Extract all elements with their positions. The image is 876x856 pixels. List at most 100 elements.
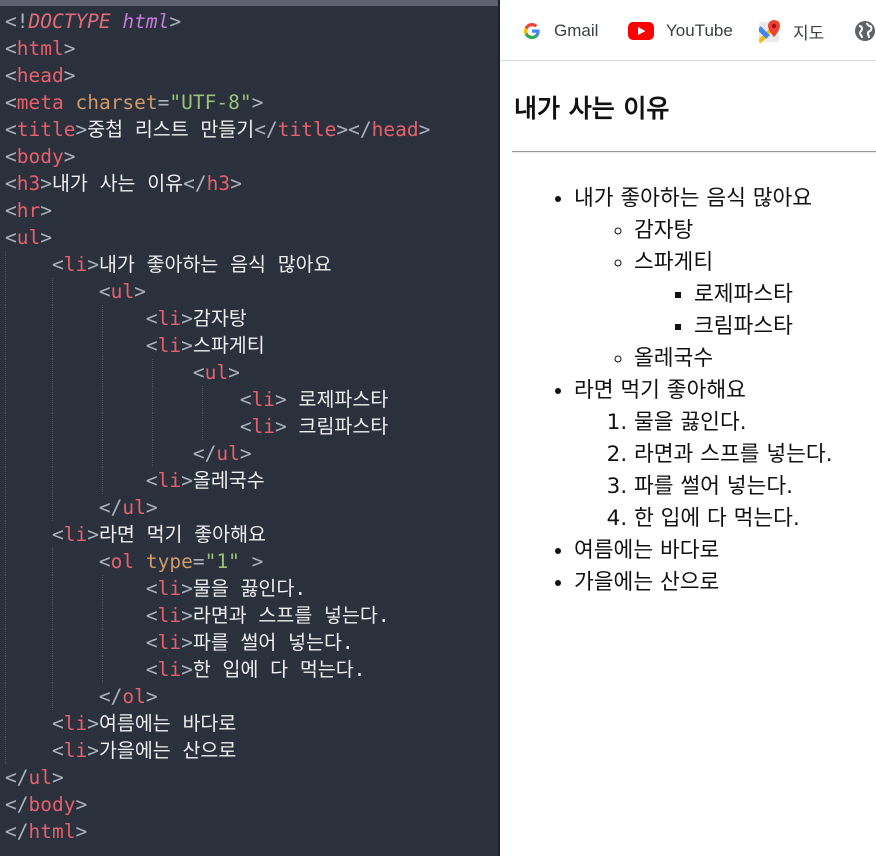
list-item: 크림파스타	[694, 311, 833, 343]
code-line: <hr>	[5, 199, 52, 222]
indent-guide	[102, 602, 103, 629]
editor-top-strip	[0, 0, 500, 6]
indent-guide	[102, 575, 103, 602]
globe-icon	[854, 20, 876, 42]
code-line: <li>감자탕	[5, 305, 430, 332]
indent-guide	[5, 332, 6, 359]
indent-guide	[52, 683, 53, 710]
list-item: 올레국수	[634, 343, 833, 375]
code-line: <title>중첩 리스트 만들기</title></head>	[5, 118, 431, 141]
pasta-list: 로제파스타 크림파스타	[634, 279, 833, 343]
code-line: <head>	[5, 64, 76, 87]
code-line: <h3>내가 사는 이유</h3>	[5, 172, 242, 195]
bookmark-globe[interactable]	[854, 17, 876, 45]
code-line: <li>올레국수	[5, 467, 430, 494]
code-line: <meta charset="UTF-8">	[5, 91, 264, 114]
indent-guide	[5, 521, 6, 548]
list-item: 라면과 스프를 넣는다.	[634, 439, 833, 471]
indent-guide	[52, 602, 53, 629]
list-item-text: 내가 좋아하는 음식 많아요	[574, 186, 813, 211]
maps-icon	[759, 19, 781, 43]
indent-guide	[52, 629, 53, 656]
code-line: <li>파를 썰어 넣는다.	[5, 629, 430, 656]
indent-guide	[5, 359, 6, 386]
indent-guide	[5, 440, 6, 467]
code-editor-pane[interactable]: <!DOCTYPE html> <html> <head> <meta char…	[0, 0, 500, 856]
code-line: <li> 로제파스타	[5, 386, 430, 413]
list-item: 물을 끓인다.	[634, 407, 833, 439]
indent-guide	[52, 440, 53, 467]
indent-guide	[5, 494, 6, 521]
list-item: 내가 좋아하는 음식 많아요 감자탕 스파게티 로제파스타 크림파스타 올레국수	[574, 183, 833, 375]
indent-guide	[102, 467, 103, 494]
indent-guide	[5, 386, 6, 413]
code-line: <ul>	[5, 278, 430, 305]
indent-guide	[52, 494, 53, 521]
indent-guide	[102, 413, 103, 440]
indent-guide	[5, 467, 6, 494]
indent-guide	[102, 656, 103, 683]
list-item: 한 입에 다 먹는다.	[634, 503, 833, 535]
list-item: 감자탕	[634, 215, 833, 247]
indent-guide	[152, 413, 153, 440]
code-line: </body>	[5, 793, 88, 816]
indent-guide	[102, 386, 103, 413]
indent-guide	[5, 251, 6, 278]
indent-guide	[5, 602, 6, 629]
google-icon	[522, 21, 542, 41]
bookmark-youtube[interactable]: YouTube	[628, 17, 733, 45]
indent-guide	[202, 413, 203, 440]
indent-guide	[5, 656, 6, 683]
indent-guide	[52, 305, 53, 332]
bookmark-youtube-label: YouTube	[666, 21, 733, 40]
bookmarks-bar: Gmail YouTube 지도	[500, 0, 876, 61]
indent-guide	[52, 386, 53, 413]
bookmark-gmail[interactable]: Gmail	[522, 17, 598, 45]
indent-guide	[52, 467, 53, 494]
list-item-text: 라면 먹기 좋아해요	[574, 378, 746, 403]
indent-guide	[5, 413, 6, 440]
ramen-steps-list: 물을 끓인다. 라면과 스프를 넣는다. 파를 썰어 넣는다. 한 입에 다 먹…	[574, 407, 833, 535]
food-list: 감자탕 스파게티 로제파스타 크림파스타 올레국수	[574, 215, 833, 375]
code-line: </ul>	[5, 440, 430, 467]
list-item: 로제파스타	[694, 279, 833, 311]
bookmark-maps[interactable]: 지도	[759, 17, 824, 45]
list-item-text: 스파게티	[634, 250, 714, 275]
youtube-icon	[628, 21, 654, 41]
indent-guide	[102, 305, 103, 332]
outer-list: 내가 좋아하는 음식 많아요 감자탕 스파게티 로제파스타 크림파스타 올레국수…	[500, 183, 833, 599]
list-item: 스파게티 로제파스타 크림파스타	[634, 247, 833, 343]
code-line: <html>	[5, 37, 76, 60]
code-line: <li>가을에는 산으로	[5, 737, 430, 764]
code-line: <li>스파게티	[5, 332, 430, 359]
code-line: </html>	[5, 820, 88, 843]
page-heading: 내가 사는 이유	[514, 94, 670, 123]
indent-guide	[52, 575, 53, 602]
code-line: <ul>	[5, 359, 430, 386]
indent-guide	[202, 386, 203, 413]
indent-guide	[152, 359, 153, 386]
code-line: </ul>	[5, 766, 64, 789]
code-line: <li>라면 먹기 좋아해요	[5, 521, 430, 548]
list-item: 가을에는 산으로	[574, 567, 833, 599]
indent-guide	[5, 629, 6, 656]
indent-guide	[5, 305, 6, 332]
indent-guide	[5, 575, 6, 602]
rendered-page: 내가 사는 이유 내가 좋아하는 음식 많아요 감자탕 스파게티 로제파스타 크…	[500, 61, 876, 856]
indent-guide	[52, 359, 53, 386]
indent-guide	[52, 332, 53, 359]
list-item: 파를 썰어 넣는다.	[634, 471, 833, 503]
indent-guide	[52, 548, 53, 575]
indent-guide	[5, 683, 6, 710]
code-line: <li>여름에는 바다로	[5, 710, 430, 737]
indent-guide	[152, 440, 153, 467]
code-line: </ol>	[5, 683, 430, 710]
indent-guide	[52, 278, 53, 305]
code-line: <li>라면과 스프를 넣는다.	[5, 602, 430, 629]
list-item: 여름에는 바다로	[574, 535, 833, 567]
code-line: <li>한 입에 다 먹는다.	[5, 656, 430, 683]
code-line: <li>내가 좋아하는 음식 많아요	[5, 251, 430, 278]
indent-guide	[5, 737, 6, 764]
code-line: <li> 크림파스타	[5, 413, 430, 440]
code-lines[interactable]: <!DOCTYPE html> <html> <head> <meta char…	[5, 8, 430, 845]
